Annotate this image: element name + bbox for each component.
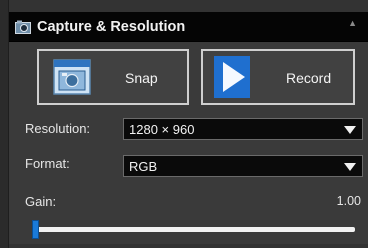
gain-value: 1.00 [336, 194, 361, 208]
format-label: Format: [25, 156, 70, 171]
snap-button[interactable]: Snap [37, 49, 189, 105]
chevron-down-icon [344, 163, 356, 171]
panel-header[interactable]: Capture & Resolution ▲ [9, 12, 368, 42]
play-triangle-icon [214, 56, 250, 98]
record-button[interactable]: Record [201, 49, 355, 105]
gain-slider-handle[interactable] [32, 220, 39, 239]
resolution-select[interactable]: 1280 × 960 [123, 118, 363, 140]
resolution-value: 1280 × 960 [129, 122, 195, 137]
gain-slider-track[interactable] [35, 227, 355, 232]
bottom-strip [9, 244, 368, 248]
format-value: RGB [129, 159, 158, 174]
top-strip [9, 0, 368, 12]
chevron-down-icon [344, 126, 356, 134]
snapshot-window-icon [53, 59, 91, 95]
panel-title: Capture & Resolution [37, 18, 186, 35]
record-label: Record [286, 70, 332, 86]
snap-label: Snap [125, 70, 158, 86]
camera-icon [15, 20, 31, 34]
resolution-label: Resolution: [25, 121, 91, 136]
collapse-up-icon[interactable]: ▲ [348, 18, 357, 28]
gain-label: Gain: [25, 194, 57, 209]
capture-panel: Capture & Resolution ▲ Snap Record Resol… [8, 0, 368, 248]
format-select[interactable]: RGB [123, 155, 363, 177]
